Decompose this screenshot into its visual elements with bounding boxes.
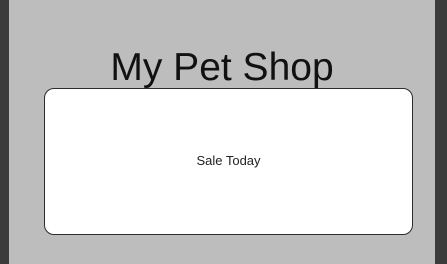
sale-banner-card[interactable]: Sale Today — [44, 88, 413, 235]
page-title: My Pet Shop — [110, 46, 334, 90]
app-screen: My Pet Shop Sale Today — [9, 0, 435, 264]
device-frame-left-edge — [0, 0, 9, 264]
device-frame-right-edge — [435, 0, 447, 264]
sale-banner-text: Sale Today — [196, 153, 261, 168]
